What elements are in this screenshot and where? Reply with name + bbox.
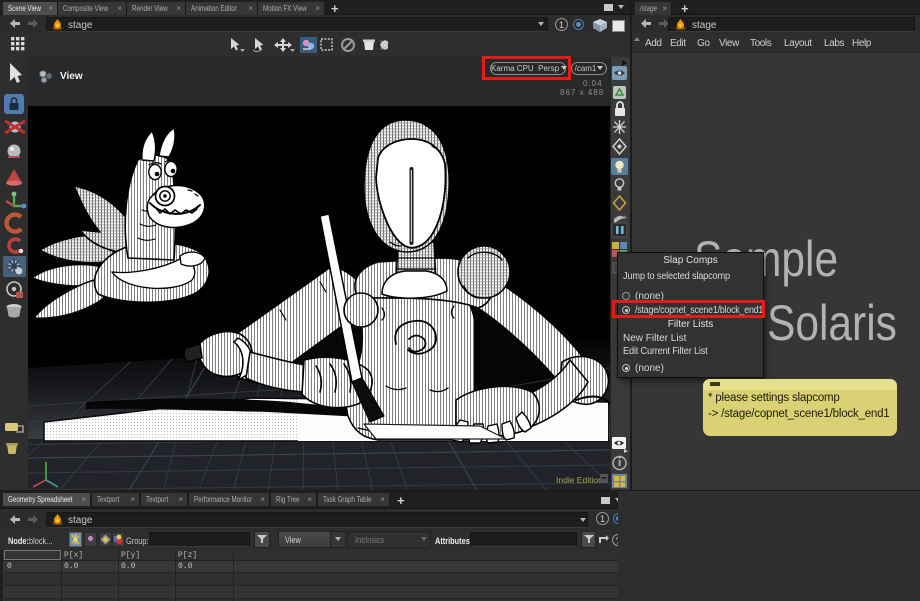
svg-text:Indie Edition: Indie Edition [556, 475, 603, 485]
